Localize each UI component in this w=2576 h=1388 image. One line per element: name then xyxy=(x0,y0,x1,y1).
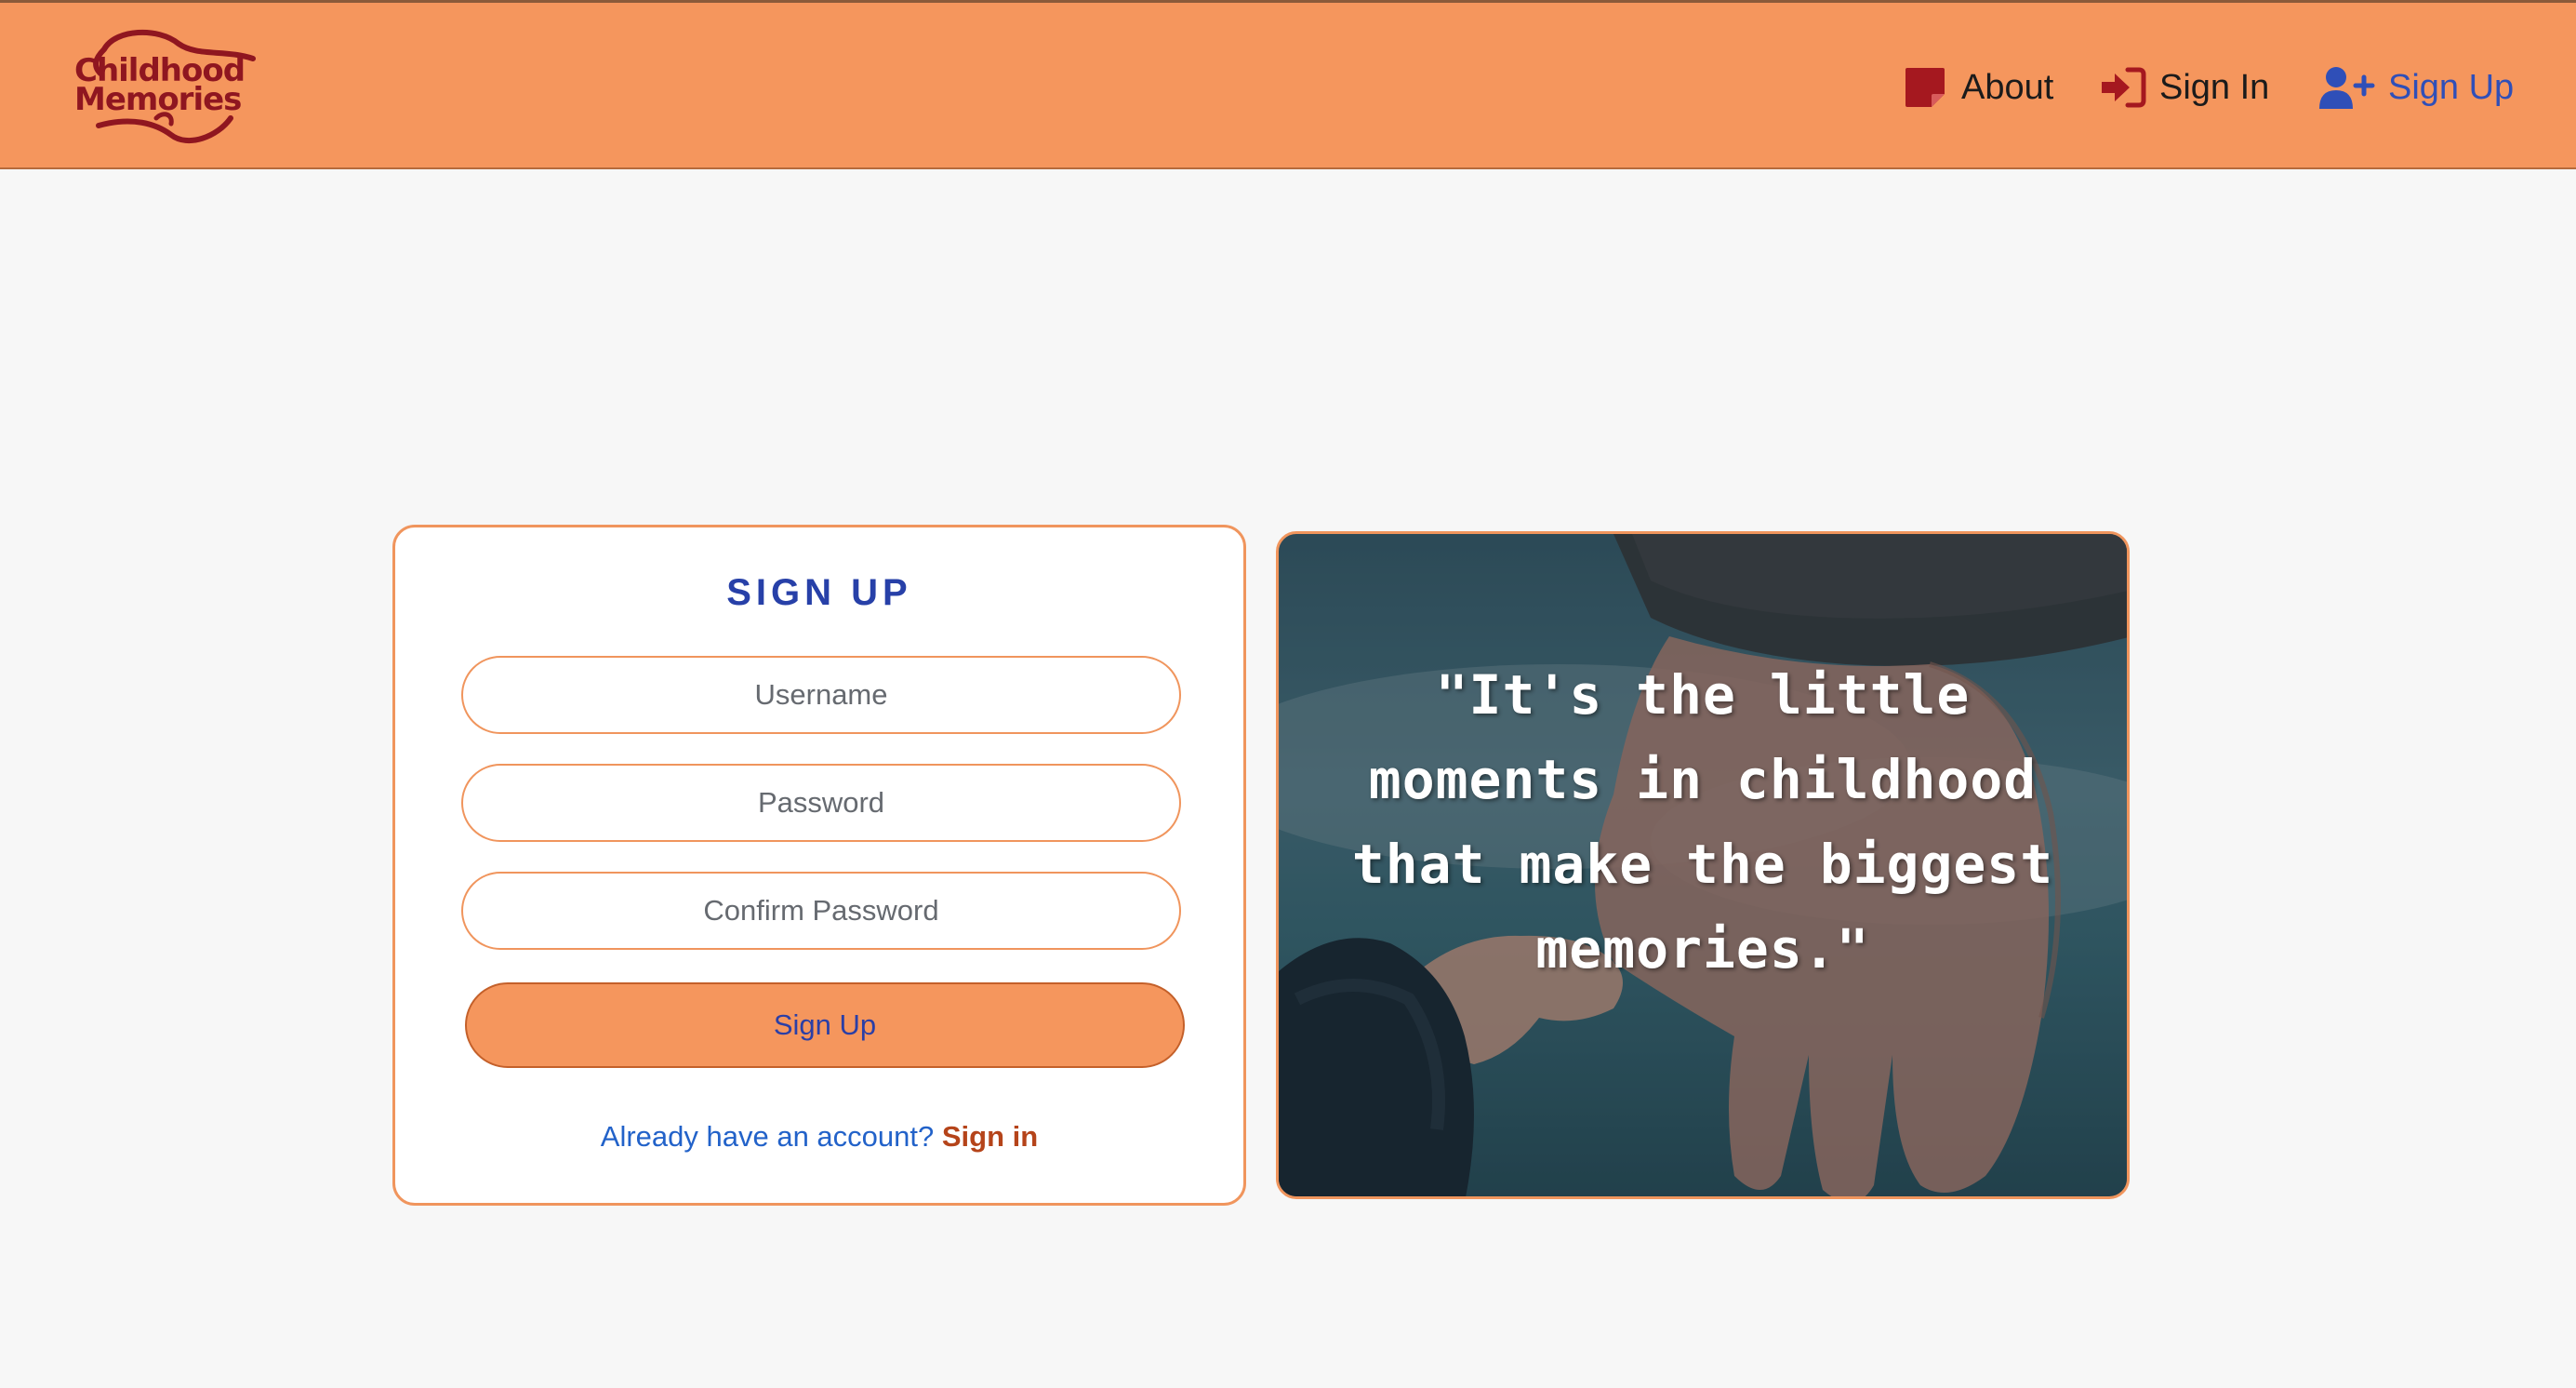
brand-logo[interactable]: Childhood Memories xyxy=(67,25,262,148)
logo-text: Childhood Memories xyxy=(74,52,246,118)
nav-signin-label: Sign In xyxy=(2159,67,2270,107)
nav-about-link[interactable]: About xyxy=(1902,55,2053,120)
nav-signin-link[interactable]: Sign In xyxy=(2100,55,2269,120)
username-input[interactable] xyxy=(461,656,1181,734)
signin-link[interactable]: Sign in xyxy=(942,1120,1038,1153)
nav-signup-label: Sign Up xyxy=(2388,67,2515,107)
sign-in-icon xyxy=(2100,64,2146,111)
nav-signup-link[interactable]: Sign Up xyxy=(2317,55,2514,120)
signup-title: SIGN UP xyxy=(726,572,912,613)
quote-text: "It's the little moments in childhood th… xyxy=(1351,663,2054,981)
signup-card: SIGN UP Sign Up Already have an account?… xyxy=(392,525,1246,1206)
confirm-password-input[interactable] xyxy=(461,872,1181,950)
already-account-text: Already have an account? xyxy=(600,1120,935,1153)
signup-submit-button[interactable]: Sign Up xyxy=(465,982,1185,1068)
user-plus-icon xyxy=(2317,64,2375,111)
nav-about-label: About xyxy=(1961,67,2054,107)
top-navbar: Childhood Memories About Sign In Sign Up xyxy=(0,0,2576,169)
quote-image: "It's the little moments in childhood th… xyxy=(1276,531,2130,1199)
sticky-note-icon xyxy=(1902,64,1948,111)
already-account-line: Already have an account? Sign in xyxy=(395,1120,1243,1154)
password-input[interactable] xyxy=(461,764,1181,842)
